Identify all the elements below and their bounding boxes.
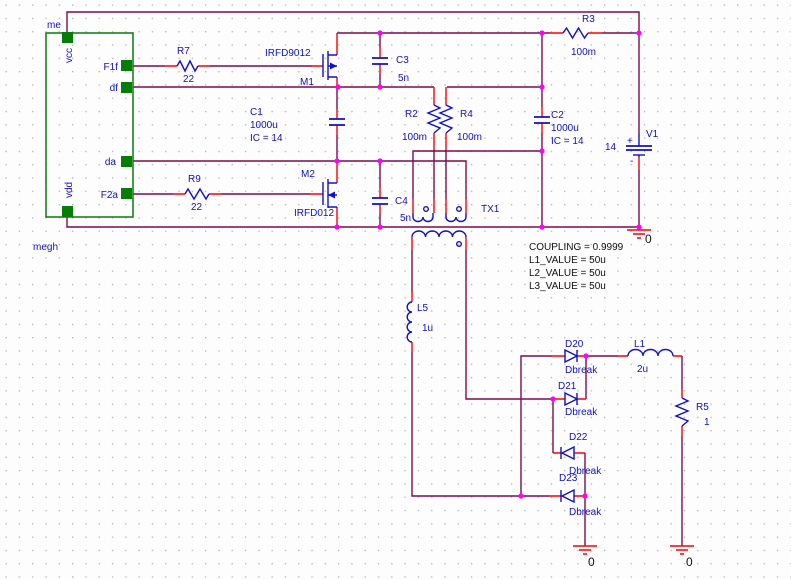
c1-ic: IC = 14 [250,133,283,144]
r3-value: 100m [571,47,596,58]
r7-value: 22 [183,74,195,85]
junction-dot [377,224,383,230]
pin-f1f[interactable] [121,60,132,71]
ground-bridge-label: 0 [588,555,595,569]
tx1-l3-value: L3_VALUE = 50u [529,281,606,292]
schematic-canvas: me megh vcc vdd F1f df da F2a R7 22 R9 2… [0,0,791,579]
v1-minus: - [630,156,633,167]
d23-ref: D23 [559,473,578,484]
c4-value: 5n [400,213,411,224]
d20-model: Dbreak [565,365,598,376]
c2-ic: IC = 14 [551,136,584,147]
l5-value: 1u [422,323,433,334]
junction-dot [377,30,383,36]
junction-dot [377,158,383,164]
pin-label-vdd: vdd [64,182,75,198]
c3-ref: C3 [396,55,409,66]
junction-dot [539,30,545,36]
junction-dot [539,224,545,230]
pin-da[interactable] [121,156,132,167]
r2-value: 100m [402,132,427,143]
junction-dot [518,493,524,499]
r2-ref: R2 [405,109,418,120]
pin-df[interactable] [121,82,132,93]
ground-v1-label: 0 [645,232,652,246]
c4-ref: C4 [395,196,408,207]
c1-ref: C1 [250,107,263,118]
junction-dot [377,84,383,90]
pin-vcc[interactable] [62,32,73,43]
junction-dot [539,84,545,90]
r9-value: 22 [191,202,203,213]
junction-dot [335,84,341,90]
junction-dot [334,158,340,164]
c2-value: 1000u [551,123,579,134]
m2-ref: M2 [301,169,315,180]
r5-ref: R5 [696,402,709,413]
l5-ref: L5 [417,303,429,314]
r4-value: 100m [457,132,482,143]
pin-f2a[interactable] [121,188,132,199]
r7-ref: R7 [177,46,190,57]
junction-dot [539,148,545,154]
pin-vdd[interactable] [62,206,73,217]
block-net-label: megh [33,242,58,253]
pin-label-da: da [105,157,117,168]
d20-ref: D20 [565,339,584,350]
pin-label-df: df [110,83,119,94]
r3-ref: R3 [582,14,595,25]
c2-ref: C2 [551,110,564,121]
junction-dot [583,353,589,359]
d21-model: Dbreak [565,407,598,418]
ground-r5-label: 0 [686,555,693,569]
junction-dot [636,30,642,36]
junction-dot [636,224,642,230]
r5-value: 1 [704,417,710,428]
r4-ref: R4 [460,109,473,120]
junction-dot [334,224,340,230]
d22-ref: D22 [569,432,588,443]
r9-ref: R9 [188,174,201,185]
c3-value: 5n [398,73,409,84]
pin-label-vcc: vcc [64,48,75,63]
d23-model: Dbreak [569,507,602,518]
m1-model: IRFD9012 [265,48,311,59]
d21-ref: D21 [558,381,577,392]
tx1-ref: TX1 [481,204,500,215]
tx1-coupling: COUPLING = 0.9999 [529,242,624,253]
junction-dot [550,396,556,402]
pin-label-f2a: F2a [101,190,119,201]
v1-plus: + [627,136,633,147]
v1-value: 14 [605,142,617,153]
block-ref-label: me [47,20,61,31]
junction-dot [582,493,588,499]
l1-ref: L1 [634,339,646,350]
pin-label-f1f: F1f [104,62,119,73]
tx1-l1-value: L1_VALUE = 50u [529,255,606,266]
c1-value: 1000u [250,120,278,131]
tx1-l2-value: L2_VALUE = 50u [529,268,606,279]
v1-ref: V1 [646,129,659,140]
m1-ref: M1 [300,77,314,88]
l1-value: 2u [637,364,648,375]
m2-model: IRFD012 [294,208,334,219]
